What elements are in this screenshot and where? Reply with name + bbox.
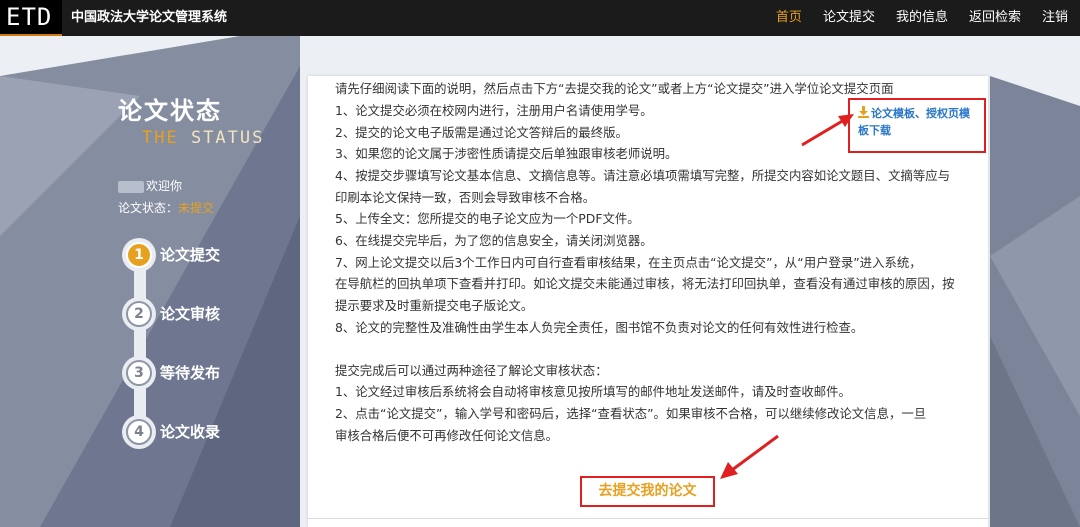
- arrow-annotation-icon: [801, 114, 854, 147]
- template-download-text: 论文模板、授权页模板下载: [858, 107, 970, 137]
- instruction-line: 印刷本论文保持一致，否则会导致审核不合格。: [335, 190, 596, 205]
- nav-my-info[interactable]: 我的信息: [896, 0, 948, 36]
- status-subtitle-rest: STATUS: [178, 128, 265, 148]
- instruction-line: 提示要求及时重新提交电子版论文。: [335, 298, 534, 313]
- step-awaiting-publish[interactable]: 3 等待发布: [122, 356, 232, 390]
- step-submit-thesis[interactable]: 1 论文提交: [122, 238, 232, 272]
- etd-logo[interactable]: ETD: [0, 0, 62, 36]
- step-label: 论文收录: [160, 423, 221, 441]
- step-label: 等待发布: [160, 364, 221, 382]
- nav-back-to-search[interactable]: 返回检索: [969, 0, 1021, 36]
- site-title: 中国政法大学论文管理系统: [71, 10, 228, 25]
- step-number: 1: [126, 242, 152, 268]
- top-navbar: ETD 中国政法大学论文管理系统 首页 论文提交 我的信息 返回检索 注销: [0, 0, 1080, 36]
- instruction-line: 5、上传全文：您所提交的电子论文应为一个PDF文件。: [335, 211, 640, 226]
- template-download-link[interactable]: 论文模板、授权页模板下载: [858, 105, 980, 139]
- download-highlight-box: 论文模板、授权页模板下载: [848, 98, 986, 153]
- logo-text: ETD: [6, 3, 53, 31]
- step-thesis-review[interactable]: 2 论文审核: [122, 297, 232, 331]
- status-subtitle-highlight: THE: [142, 128, 179, 148]
- submit-highlight-box: 去提交我的论文: [580, 476, 715, 507]
- step-circle: 4: [122, 415, 156, 449]
- step-label: 论文提交: [160, 246, 221, 264]
- instruction-line: 4、按提交步骤填写论文基本信息、文摘信息等。请注意必填项需填写完整，所提交内容如…: [335, 168, 951, 183]
- user-name-redacted: [118, 180, 144, 193]
- instruction-line: 6、在线提交完毕后，为了您的信息安全，请关闭浏览器。: [335, 233, 653, 248]
- step-number: 4: [126, 419, 152, 445]
- status-title: 论文状态: [118, 97, 222, 125]
- step-number: 3: [126, 360, 152, 386]
- status-method-line: 1、论文经过审核后系统将会自动将审核意见按所填写的邮件地址发送邮件，请及时查收邮…: [335, 384, 851, 399]
- step-circle: 3: [122, 356, 156, 390]
- instruction-line: 7、网上论文提交以后3个工作日内可自行查看审核结果，在主页点击“论文提交”，从“…: [335, 255, 922, 270]
- step-label: 论文审核: [160, 305, 221, 323]
- nav-home[interactable]: 首页: [776, 0, 802, 36]
- nav-logout[interactable]: 注销: [1042, 0, 1068, 36]
- step-circle: 2: [122, 297, 156, 331]
- main-nav: 首页 论文提交 我的信息 返回检索 注销: [755, 0, 1068, 36]
- thesis-status-line: 论文状态：未提交: [118, 200, 214, 216]
- status-intro-line: 提交完成后可以通过两种途径了解论文审核状态：: [335, 363, 608, 378]
- arrow-annotation-icon: [720, 434, 779, 479]
- instruction-line: 在导航栏的回执单项下查看并打印。如论文提交未能通过审核，将无法打印回执单，查看没…: [335, 276, 955, 291]
- step-thesis-archived[interactable]: 4 论文收录: [122, 415, 232, 449]
- instruction-line: 2、提交的论文电子版需是通过论文答辩后的最终版。: [335, 125, 628, 140]
- instructions-card: 请先仔细阅读下面的说明，然后点击下方“去提交我的论文”或者上方“论文提交”进入学…: [308, 76, 988, 527]
- thesis-status-label: 论文状态：: [118, 201, 179, 215]
- instruction-line: 3、如果您的论文属于涉密性质请提交后单独跟审核老师说明。: [335, 146, 678, 161]
- nav-submit-thesis[interactable]: 论文提交: [823, 0, 875, 36]
- welcome-text: 欢迎你: [146, 179, 183, 193]
- download-icon: [858, 106, 869, 118]
- step-number: 2: [126, 301, 152, 327]
- go-submit-thesis-link[interactable]: 去提交我的论文: [582, 478, 713, 505]
- card-divider: [308, 518, 988, 519]
- instruction-line: 8、论文的完整性及准确性由学生本人负完全责任，图书馆不负责对论文的任何有效性进行…: [335, 320, 864, 335]
- status-subtitle: THE STATUS: [142, 127, 264, 149]
- thesis-status-value: 未提交: [178, 201, 215, 215]
- instruction-line: 1、论文提交必须在校网内进行，注册用户名请使用学号。: [335, 103, 653, 118]
- intro-line: 请先仔细阅读下面的说明，然后点击下方“去提交我的论文”或者上方“论文提交”进入学…: [335, 81, 894, 96]
- welcome-line: 欢迎你: [118, 178, 182, 194]
- step-circle: 1: [122, 238, 156, 272]
- status-method-line: 2、点击“论文提交”，输入学号和密码后，选择“查看状态”。如果审核不合格，可以继…: [335, 406, 927, 421]
- status-method-line: 审核合格后便不可再修改任何论文信息。: [335, 428, 559, 443]
